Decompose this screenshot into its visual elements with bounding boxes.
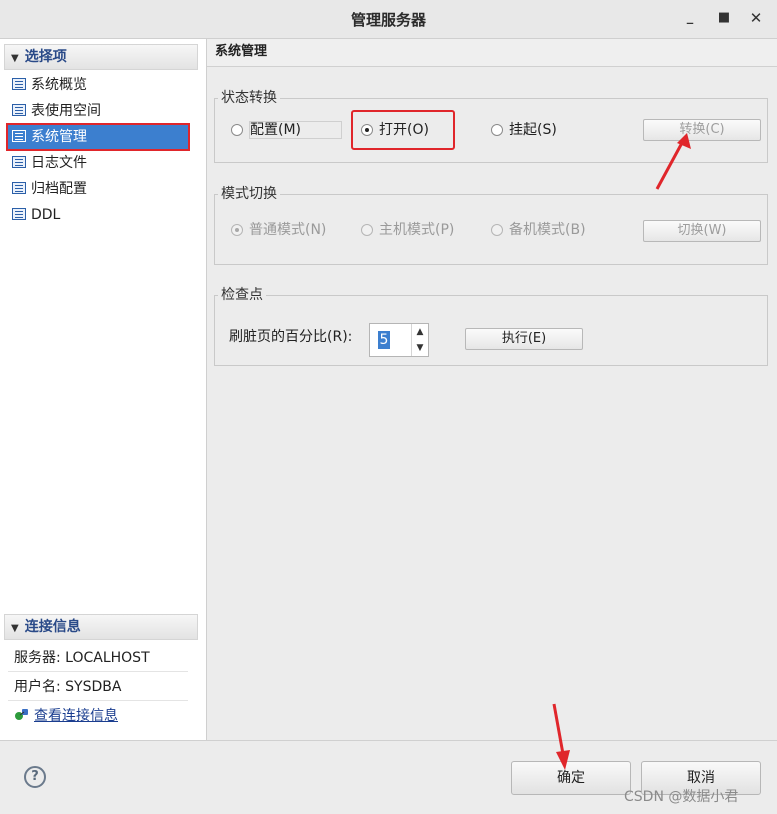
execute-button[interactable]: 执行(E) [465, 328, 583, 350]
radio-normal-mode[interactable]: 普通模式(N) [231, 219, 326, 241]
sidebar-item-log-files[interactable]: 日志文件 [8, 151, 188, 175]
dirty-page-percent-label: 刷脏页的百分比(R): [229, 329, 353, 345]
sidebar-item-label: DDL [31, 207, 61, 223]
stepper-up-icon[interactable]: ▲ [411, 324, 428, 340]
radio-primary-mode[interactable]: 主机模式(P) [361, 219, 454, 241]
view-connection-link[interactable]: 查看连接信息 [34, 708, 118, 724]
radio-standby-mode[interactable]: 备机模式(B) [491, 219, 586, 241]
list-icon [12, 104, 26, 116]
sidebar-item-system-management[interactable]: 系统管理 [6, 123, 190, 151]
view-connection-row: 查看连接信息 [8, 702, 188, 730]
ok-button[interactable]: 确定 [511, 761, 631, 795]
list-icon [12, 182, 26, 194]
switch-button[interactable]: 切换(W) [643, 220, 761, 242]
sidebar-item-label: 系统概览 [31, 77, 87, 93]
dirty-page-percent-stepper[interactable]: 5 ▲ ▼ [369, 323, 429, 357]
connection-icon [14, 704, 30, 720]
list-icon [12, 156, 26, 168]
mode-group-label: 模式切换 [218, 183, 280, 203]
sidebar-item-overview[interactable]: 系统概览 [8, 73, 188, 97]
radio-dot[interactable] [231, 224, 243, 236]
convert-button[interactable]: 转换(C) [643, 119, 761, 141]
page-title: 系统管理 [207, 39, 777, 67]
minimize-icon[interactable]: _ [680, 8, 700, 28]
dialog-footer: ? 确定 取消 CSDN @数据小君 [0, 740, 777, 814]
checkpoint-group-label: 检查点 [218, 284, 266, 304]
radio-suspend[interactable]: 挂起(S) [491, 119, 557, 141]
radio-dot[interactable] [361, 224, 373, 236]
sidebar-item-label: 日志文件 [31, 155, 87, 171]
sidebar-item-table-space[interactable]: 表使用空间 [8, 99, 188, 123]
radio-label: 打开(O) [379, 122, 429, 138]
radio-label: 配置(M) [249, 121, 343, 139]
state-transition-group: 状态转换 配置(M) 打开(O) 挂起(S) 转换(C) [214, 87, 768, 163]
main-panel: 系统管理 状态转换 配置(M) 打开(O) 挂起(S) 转换(C) 模式切换 普… [207, 39, 777, 740]
help-icon[interactable]: ? [24, 766, 46, 788]
options-section-header[interactable]: ▼ 选择项 [4, 44, 198, 70]
radio-label: 备机模式(B) [509, 222, 586, 238]
mode-switch-group: 模式切换 普通模式(N) 主机模式(P) 备机模式(B) 切换(W) [214, 183, 768, 265]
maximize-icon[interactable]: ■ [714, 8, 734, 28]
radio-label: 主机模式(P) [379, 222, 455, 238]
radio-open[interactable]: 打开(O) [361, 119, 429, 141]
radio-config[interactable]: 配置(M) [231, 119, 343, 141]
title-bar: 管理服务器 _ ■ ✕ [0, 0, 777, 39]
radio-dot[interactable] [491, 124, 503, 136]
radio-dot[interactable] [231, 124, 243, 136]
list-icon [12, 78, 26, 90]
connection-header-label: 连接信息 [24, 619, 81, 635]
sidebar-item-label: 归档配置 [31, 181, 87, 197]
radio-dot[interactable] [361, 124, 373, 136]
sidebar-item-label: 系统管理 [31, 129, 87, 145]
options-header-label: 选择项 [24, 49, 67, 65]
stepper-down-icon[interactable]: ▼ [411, 340, 428, 356]
window-title: 管理服务器 [350, 11, 426, 29]
radio-label: 普通模式(N) [249, 222, 327, 238]
list-icon [12, 208, 26, 220]
watermark: CSDN @数据小君 [624, 789, 739, 805]
sidebar-item-archive-config[interactable]: 归档配置 [8, 177, 188, 201]
radio-label: 挂起(S) [509, 122, 557, 138]
collapse-arrow-icon[interactable]: ▼ [11, 47, 19, 71]
user-info: 用户名: SYSDBA [8, 673, 188, 701]
checkpoint-group: 检查点 刷脏页的百分比(R): 执行(E) [214, 284, 768, 366]
left-panel: ▼ 选择项 系统概览 表使用空间 系统管理 日志文件 归档配置 DDL ▼ 连接信息… [0, 39, 207, 740]
stepper-value[interactable]: 5 [378, 331, 390, 349]
sidebar-item-ddl[interactable]: DDL [8, 203, 188, 227]
collapse-arrow-icon[interactable]: ▼ [11, 617, 19, 641]
sidebar-item-label: 表使用空间 [31, 103, 101, 119]
server-info: 服务器: LOCALHOST [8, 644, 188, 672]
connection-section-header[interactable]: ▼ 连接信息 [4, 614, 198, 640]
state-group-label: 状态转换 [218, 87, 280, 107]
radio-dot[interactable] [491, 224, 503, 236]
close-icon[interactable]: ✕ [746, 8, 766, 28]
list-icon [12, 130, 26, 142]
